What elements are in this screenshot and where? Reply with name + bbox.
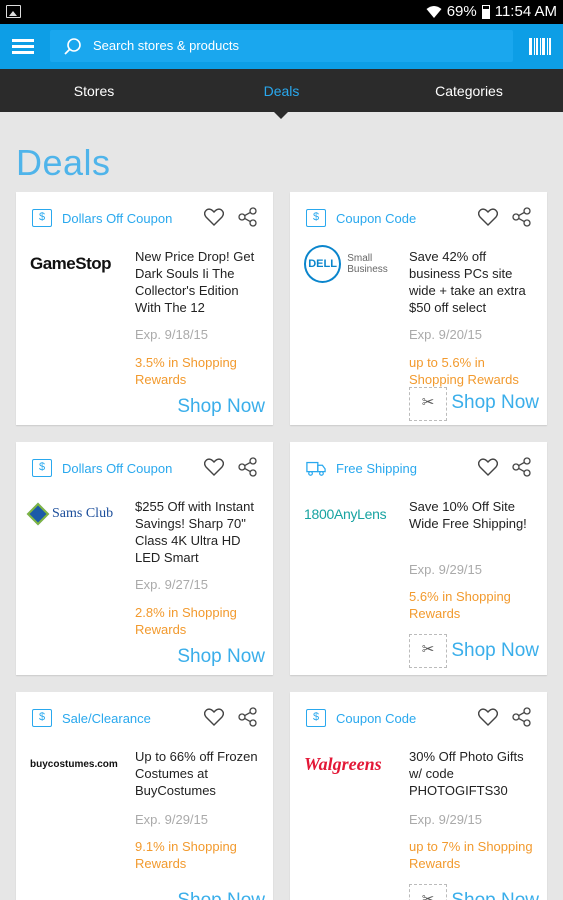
deal-type-label: Dollars Off Coupon — [62, 210, 173, 226]
deal-type: $ Coupon Code — [306, 709, 416, 727]
dollar-icon: $ — [306, 709, 326, 727]
deal-description: Save 42% off business PCs site wide + ta… — [409, 249, 526, 315]
truck-icon — [306, 461, 326, 476]
dollar-icon: $ — [32, 209, 52, 227]
share-icon[interactable] — [512, 207, 532, 227]
shop-now-button[interactable]: Shop Now — [177, 646, 265, 668]
scissors-icon: ✂ — [421, 891, 435, 900]
store-name: Walgreens — [304, 753, 382, 774]
deal-type: $ Dollars Off Coupon — [32, 209, 172, 227]
tab-bar: Stores Deals Categories — [0, 69, 563, 112]
active-tab-indicator — [273, 111, 289, 119]
store-name: DELL — [304, 245, 342, 283]
deal-card[interactable]: $ Coupon Code Walgreens 30% Off Photo Gi… — [290, 692, 547, 900]
deal-type-label: Dollars Off Coupon — [62, 460, 173, 476]
store-logo: Sams Club — [26, 494, 140, 534]
scissors-icon: ✂ — [421, 394, 435, 411]
tab-stores[interactable]: Stores — [0, 69, 188, 112]
deal-type: $ Sale/Clearance — [32, 709, 151, 727]
heart-icon[interactable] — [478, 708, 498, 726]
deal-reward: 3.5% in Shopping Rewards — [135, 355, 237, 387]
tab-categories[interactable]: Categories — [375, 69, 563, 112]
share-icon[interactable] — [512, 457, 532, 477]
dollar-icon: $ — [32, 709, 52, 727]
deal-description: Up to 66% off Frozen Costumes at BuyCost… — [135, 749, 258, 798]
deal-card[interactable]: $ Coupon Code DELL Small Business Save 4… — [290, 192, 547, 425]
shop-now-button[interactable]: Shop Now — [451, 890, 539, 900]
shop-now-button[interactable]: Shop Now — [177, 396, 265, 418]
image-notification-icon — [6, 5, 21, 18]
deal-reward: 2.8% in Shopping Rewards — [135, 605, 237, 637]
page-title: Deals — [16, 142, 111, 183]
deal-expiry: Exp. 9/29/15 — [135, 812, 208, 827]
deal-reward: up to 7% in Shopping Rewards — [409, 839, 533, 871]
store-logo: Walgreens — [304, 744, 414, 784]
deal-type-label: Sale/Clearance — [62, 710, 151, 726]
store-logo: GameStop — [30, 244, 140, 284]
shop-now-button[interactable]: Shop Now — [177, 890, 265, 900]
deal-card[interactable]: $ Dollars Off Coupon GameStop New Price … — [16, 192, 273, 425]
deal-expiry: Exp. 9/29/15 — [409, 562, 482, 577]
app-bar: Search stores & products — [0, 24, 563, 69]
deal-description: $255 Off with Instant Savings! Sharp 70"… — [135, 499, 254, 565]
barcode-scan-icon[interactable] — [529, 38, 551, 55]
shop-now-button[interactable]: Shop Now — [451, 392, 539, 414]
deal-expiry: Exp. 9/27/15 — [135, 577, 208, 592]
store-logo: buycostumes.com — [30, 744, 140, 784]
deal-type-label: Coupon Code — [336, 710, 417, 726]
deal-expiry: Exp. 9/20/15 — [409, 327, 482, 342]
deal-type-label: Free Shipping — [336, 460, 417, 476]
deal-card[interactable]: Free Shipping 1800AnyLens Save 10% Off S… — [290, 442, 547, 675]
share-icon[interactable] — [238, 457, 258, 477]
deal-card[interactable]: $ Dollars Off Coupon Sams Club $255 Off … — [16, 442, 273, 675]
shop-now-button[interactable]: Shop Now — [451, 640, 539, 662]
clock: 11:54 AM — [494, 3, 557, 20]
share-icon[interactable] — [238, 207, 258, 227]
tab-deals[interactable]: Deals — [188, 69, 375, 112]
store-logo: 1800AnyLens — [304, 494, 414, 534]
deal-reward: 9.1% in Shopping Rewards — [135, 839, 237, 871]
store-name: 1800AnyLens — [304, 506, 387, 522]
search-input[interactable]: Search stores & products — [50, 30, 513, 62]
sams-club-logo-icon — [26, 502, 50, 526]
coupon-clip-button[interactable]: ✂ — [409, 884, 447, 900]
scissors-icon: ✂ — [421, 641, 435, 658]
store-logo: DELL Small Business — [304, 244, 414, 284]
share-icon[interactable] — [238, 707, 258, 727]
deal-description: New Price Drop! Get Dark Souls Ii The Co… — [135, 249, 255, 315]
deal-description: 30% Off Photo Gifts w/ code PHOTOGIFTS30 — [409, 749, 524, 798]
store-name: Sams Club — [52, 506, 114, 521]
deal-expiry: Exp. 9/29/15 — [409, 812, 482, 827]
coupon-clip-button[interactable]: ✂ — [409, 387, 447, 421]
store-name: GameStop — [30, 254, 112, 273]
heart-icon[interactable] — [204, 708, 224, 726]
heart-icon[interactable] — [478, 458, 498, 476]
dollar-icon: $ — [306, 209, 326, 227]
deal-type-label: Coupon Code — [336, 210, 417, 226]
deal-reward: 5.6% in Shopping Rewards — [409, 589, 511, 621]
search-placeholder: Search stores & products — [93, 38, 239, 53]
heart-icon[interactable] — [204, 208, 224, 226]
menu-icon[interactable] — [12, 39, 34, 54]
status-bar: 69% 11:54 AM — [0, 0, 563, 24]
heart-icon[interactable] — [478, 208, 498, 226]
dollar-icon: $ — [32, 459, 52, 477]
deal-card[interactable]: $ Sale/Clearance buycostumes.com Up to 6… — [16, 692, 273, 900]
coupon-clip-button[interactable]: ✂ — [409, 634, 447, 668]
deal-type: $ Dollars Off Coupon — [32, 459, 172, 477]
heart-icon[interactable] — [204, 458, 224, 476]
battery-icon — [481, 4, 490, 19]
search-icon — [64, 38, 81, 55]
deal-expiry: Exp. 9/18/15 — [135, 327, 208, 342]
wifi-icon — [426, 5, 442, 18]
battery-percent: 69% — [446, 3, 477, 20]
store-subtitle: Small Business — [347, 253, 388, 275]
deal-type: $ Coupon Code — [306, 209, 416, 227]
deal-description: Save 10% Off Site Wide Free Shipping! — [409, 499, 527, 531]
deal-reward: up to 5.6% in Shopping Rewards — [409, 355, 519, 387]
deal-type: Free Shipping — [306, 459, 417, 477]
share-icon[interactable] — [512, 707, 532, 727]
store-name: buycostumes.com — [30, 758, 118, 770]
